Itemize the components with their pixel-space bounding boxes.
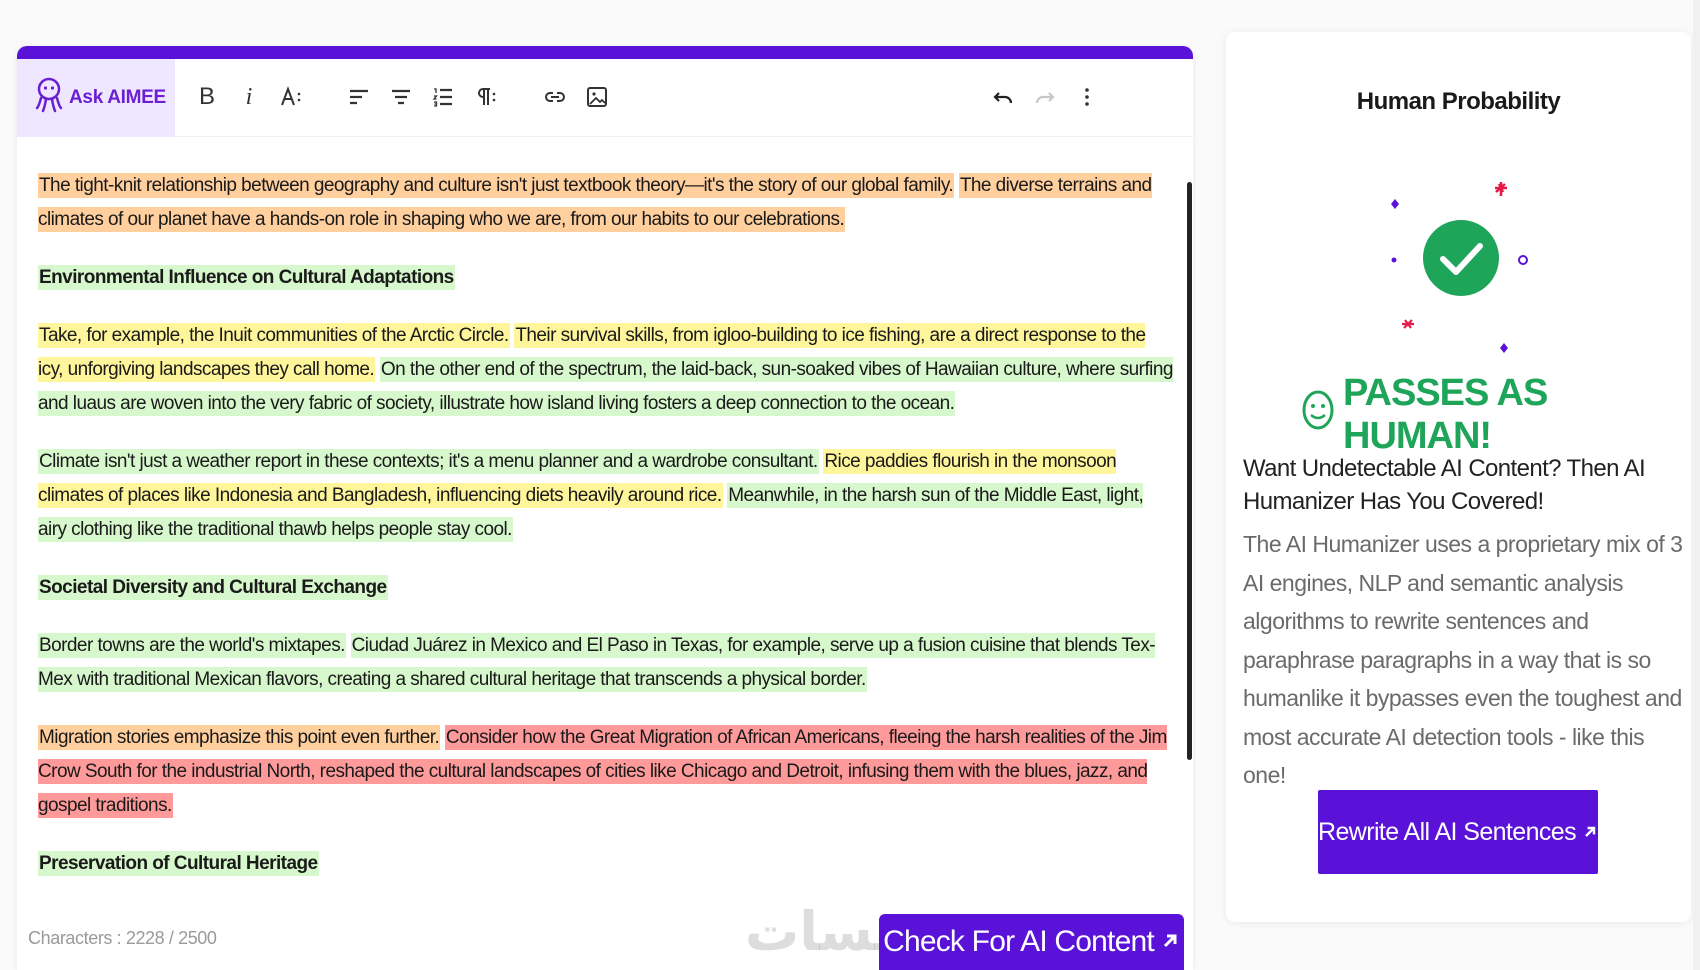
window-edge [1693, 0, 1700, 970]
section-heading: Societal Diversity and Cultural Exchange [38, 571, 1173, 605]
paragraph: Migration stories emphasize this point e… [38, 721, 1173, 823]
align-center-button[interactable] [381, 77, 421, 117]
undo-icon [993, 92, 1013, 104]
ordered-list-icon [432, 88, 452, 107]
sentence-green[interactable]: Border towns are the world's mixtapes. [38, 633, 346, 658]
editor-accent-bar [17, 46, 1193, 59]
bold-icon: B [198, 83, 215, 110]
undo-button[interactable] [983, 77, 1023, 117]
sentence-green[interactable]: Societal Diversity and Cultural Exchange [38, 575, 388, 600]
panel-description: The AI Humanizer uses a proprietary mix … [1243, 531, 1683, 788]
section-heading: Environmental Influence on Cultural Adap… [38, 261, 1173, 295]
more-options-button[interactable] [1067, 77, 1107, 117]
editor-card: Ask AIMEE B i The tight-knit relationshi… [17, 46, 1193, 970]
section-heading: Preservation of Cultural Heritage [38, 847, 1173, 881]
verdict-label: PASSES AS HUMAN! [1343, 372, 1548, 457]
sentence-orange[interactable]: Migration stories emphasize this point e… [38, 725, 441, 750]
paragraph: Climate isn't just a weather report in t… [38, 445, 1173, 547]
redo-icon [1035, 92, 1055, 104]
check-ai-content-button[interactable]: Check For AI Content [879, 914, 1184, 970]
image-icon [587, 87, 607, 107]
sentence-orange[interactable]: The tight-knit relationship between geog… [38, 173, 955, 198]
verdict: PASSES AS HUMAN! [1301, 372, 1691, 458]
paragraph-button[interactable] [465, 77, 505, 117]
panel-title: Human Probability [1356, 88, 1561, 115]
panel-headline: Want Undetectable AI Content? Then AI Hu… [1243, 455, 1646, 515]
paragraph-icon [478, 88, 496, 105]
external-arrow-icon [1582, 818, 1598, 847]
sentence-green[interactable]: Environmental Influence on Cultural Adap… [38, 265, 455, 290]
editor-content[interactable]: The tight-knit relationship between geog… [17, 137, 1193, 897]
paragraph: Border towns are the world's mixtapes. C… [38, 629, 1173, 697]
ask-aimee-label: Ask AIMEE [69, 86, 166, 108]
align-center-icon [392, 89, 410, 105]
font-size-button[interactable] [271, 77, 311, 117]
paragraph: Take, for example, the Inuit communities… [38, 319, 1173, 421]
ask-aimee-button[interactable]: Ask AIMEE [17, 58, 175, 137]
link-button[interactable] [535, 77, 575, 117]
rewrite-all-button[interactable]: Rewrite All AI Sentences [1318, 790, 1598, 874]
editor-scrollbar[interactable] [1187, 182, 1192, 760]
editor-toolbar: Ask AIMEE B i [17, 58, 1193, 137]
external-arrow-icon [1160, 925, 1180, 959]
sentence-yellow[interactable]: Take, for example, the Inuit communities… [38, 323, 510, 348]
sentence-green[interactable]: Climate isn't just a weather report in t… [38, 449, 819, 474]
align-left-icon [350, 89, 368, 105]
sentence-green[interactable]: Preservation of Cultural Heritage [38, 851, 319, 876]
check-badge-icon [1371, 162, 1551, 362]
more-vertical-icon [1085, 88, 1089, 106]
rewrite-all-label: Rewrite All AI Sentences [1318, 817, 1577, 846]
redo-button[interactable] [1025, 77, 1065, 117]
italic-button[interactable]: i [229, 77, 269, 117]
check-ai-content-label: Check For AI Content [883, 925, 1155, 958]
ordered-list-button[interactable] [423, 77, 463, 117]
link-icon [545, 92, 565, 102]
character-count: Characters : 2228 / 2500 [28, 928, 217, 948]
bold-button[interactable]: B [187, 77, 227, 117]
image-button[interactable] [577, 77, 617, 117]
smiley-icon [1301, 389, 1335, 441]
italic-icon: i [245, 83, 253, 110]
font-size-icon [281, 86, 301, 106]
octopus-icon [35, 76, 63, 119]
paragraph: The tight-knit relationship between geog… [38, 169, 1173, 237]
human-probability-panel: Human Probability PASSES AS HUMAN! Want … [1226, 32, 1691, 922]
align-left-button[interactable] [339, 77, 379, 117]
